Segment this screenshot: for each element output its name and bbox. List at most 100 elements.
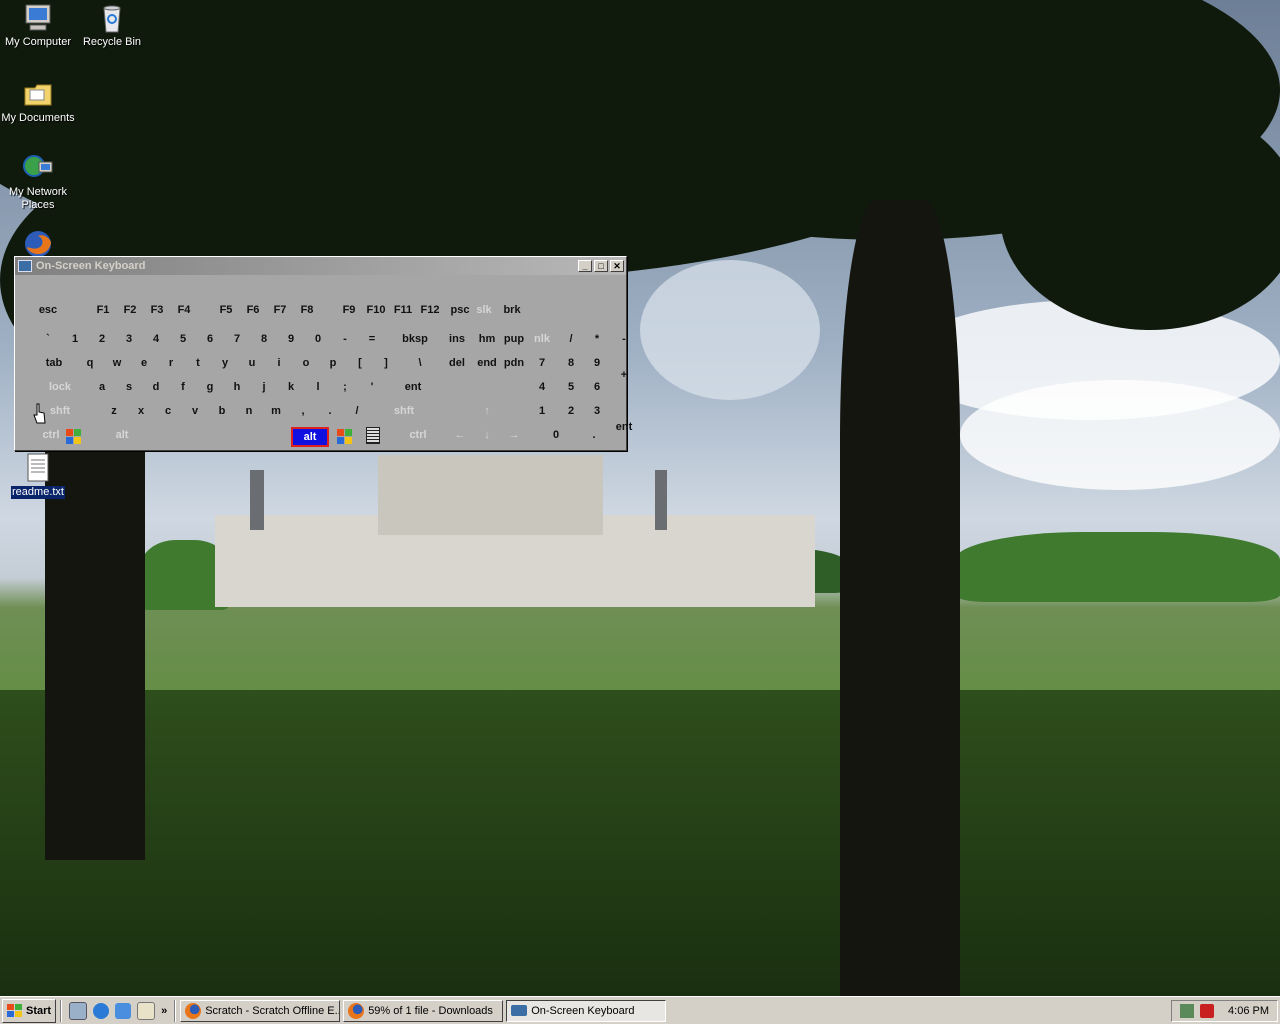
key-num-9[interactable]: 9 <box>278 333 304 345</box>
network-tray-icon[interactable] <box>1180 1003 1195 1018</box>
desktop-icon-m[interactable]: M <box>0 263 8 276</box>
key-ctrl-5[interactable]: ↓ <box>474 429 500 441</box>
recycle-bin-desktop-icon[interactable]: Recycle Bin <box>74 2 150 49</box>
key-shift-11[interactable]: shft <box>391 405 417 417</box>
key-num-5[interactable]: 5 <box>170 333 196 345</box>
key-ctrl-3[interactable]: ctrl <box>405 429 431 441</box>
key-num-6[interactable]: 6 <box>197 333 223 345</box>
key-fn-4[interactable]: F4 <box>171 304 197 316</box>
key-tab-11[interactable]: [ <box>347 357 373 369</box>
key-shift-10[interactable]: / <box>344 405 370 417</box>
my-network-places-desktop-icon[interactable]: My Network Places <box>0 152 76 212</box>
key-ctrl-7[interactable]: 0 <box>543 429 569 441</box>
internet-explorer-icon[interactable] <box>93 1002 110 1019</box>
key-ctrl-0[interactable]: ctrl <box>38 429 64 441</box>
key-caps-0[interactable]: lock <box>47 381 73 393</box>
key-tab-14[interactable]: del <box>444 357 470 369</box>
on-screen-keyboard-window[interactable]: On-Screen Keyboard _ □ ✕ esc F1 F2 F3 F4 F5 F6… <box>14 256 632 451</box>
key-tab-16[interactable]: pdn <box>501 357 527 369</box>
minimize-button[interactable]: _ <box>578 260 592 272</box>
key-fn-7[interactable]: F7 <box>267 304 293 316</box>
close-button[interactable]: ✕ <box>610 260 624 272</box>
taskbar-button-on-screen-keyboard[interactable]: On-Screen Keyboard <box>506 999 667 1022</box>
readme-desktop-icon[interactable]: readme.txt <box>0 452 76 499</box>
key-fn-10[interactable]: F10 <box>363 304 389 316</box>
key-tab-9[interactable]: o <box>293 357 319 369</box>
key-tab-19[interactable]: 9 <box>584 357 610 369</box>
key-num-17[interactable]: nlk <box>529 333 555 345</box>
key-tab-17[interactable]: 7 <box>529 357 555 369</box>
key-caps-12[interactable]: ent <box>400 381 426 393</box>
desktop-icon-k[interactable]: K <box>0 338 8 351</box>
key-shift-12[interactable]: ↑ <box>474 405 500 417</box>
windows-key-icon[interactable] <box>337 429 353 445</box>
key-tab-0[interactable]: tab <box>41 357 67 369</box>
key-shift-8[interactable]: , <box>290 405 316 417</box>
clock[interactable]: 4:06 PM <box>1228 1005 1269 1017</box>
key-shift-0[interactable]: shft <box>47 405 73 417</box>
key-num-1[interactable]: 1 <box>62 333 88 345</box>
key-tab-5[interactable]: t <box>185 357 211 369</box>
key-caps-6[interactable]: h <box>224 381 250 393</box>
key-num-2[interactable]: 2 <box>89 333 115 345</box>
key-tab-13[interactable]: \ <box>407 357 433 369</box>
key-num-18[interactable]: / <box>558 333 584 345</box>
key-caps-14[interactable]: 5 <box>558 381 584 393</box>
key-caps-1[interactable]: a <box>89 381 115 393</box>
key-ctrl-2[interactable]: alt <box>291 427 329 447</box>
key-caps-15[interactable]: 6 <box>584 381 610 393</box>
key-shift-7[interactable]: m <box>263 405 289 417</box>
key-fn-6[interactable]: F6 <box>240 304 266 316</box>
taskbar-button-downloads[interactable]: 59% of 1 file - Downloads <box>343 999 504 1022</box>
key-fn-2[interactable]: F2 <box>117 304 143 316</box>
key-num-8[interactable]: 8 <box>251 333 277 345</box>
key-ctrl-6[interactable]: → <box>501 429 527 441</box>
key-ctrl-1[interactable]: alt <box>109 429 135 441</box>
key-num-13[interactable]: bksp <box>402 333 428 345</box>
key-tab-1[interactable]: q <box>77 357 103 369</box>
key-caps-4[interactable]: f <box>170 381 196 393</box>
key-num-11[interactable]: - <box>332 333 358 345</box>
key-caps-13[interactable]: 4 <box>529 381 555 393</box>
key-num-4[interactable]: 4 <box>143 333 169 345</box>
key-shift-15[interactable]: 3 <box>584 405 610 417</box>
key-tab-6[interactable]: y <box>212 357 238 369</box>
key-fn-15[interactable]: brk <box>499 304 525 316</box>
acrobat-tray-icon[interactable] <box>1200 1003 1215 1018</box>
key-fn-1[interactable]: F1 <box>90 304 116 316</box>
key-caps-3[interactable]: d <box>143 381 169 393</box>
key-shift-13[interactable]: 1 <box>529 405 555 417</box>
key-caps-2[interactable]: s <box>116 381 142 393</box>
key-tab-7[interactable]: u <box>239 357 265 369</box>
key-fn-3[interactable]: F3 <box>144 304 170 316</box>
search-icon[interactable] <box>137 1001 156 1020</box>
key-caps-10[interactable]: ; <box>332 381 358 393</box>
key-num-12[interactable]: = <box>359 333 385 345</box>
key-caps-16[interactable]: + <box>611 369 637 381</box>
key-shift-1[interactable]: z <box>101 405 127 417</box>
key-ctrl-4[interactable]: ← <box>447 429 473 441</box>
start-button[interactable]: Start <box>2 998 57 1023</box>
taskbar-button-scratch[interactable]: Scratch - Scratch Offline E... <box>180 999 341 1022</box>
key-ctrl-8[interactable]: . <box>581 429 607 441</box>
key-shift-3[interactable]: c <box>155 405 181 417</box>
key-shift-5[interactable]: b <box>209 405 235 417</box>
key-shift-9[interactable]: . <box>317 405 343 417</box>
key-fn-11[interactable]: F11 <box>390 304 416 316</box>
windows-key-icon[interactable] <box>66 429 82 445</box>
key-fn-8[interactable]: F8 <box>294 304 320 316</box>
key-caps-11[interactable]: ' <box>359 381 385 393</box>
key-fn-12[interactable]: F12 <box>417 304 443 316</box>
key-fn-14[interactable]: slk <box>471 304 497 316</box>
key-caps-9[interactable]: l <box>305 381 331 393</box>
key-tab-12[interactable]: ] <box>373 357 399 369</box>
menu-key-icon[interactable] <box>366 427 380 444</box>
key-num-7[interactable]: 7 <box>224 333 250 345</box>
key-tab-3[interactable]: e <box>131 357 157 369</box>
key-num-15[interactable]: hm <box>474 333 500 345</box>
key-num-20[interactable]: - <box>611 333 637 345</box>
key-tab-18[interactable]: 8 <box>558 357 584 369</box>
outlook-express-icon[interactable] <box>115 1002 132 1019</box>
key-tab-2[interactable]: w <box>104 357 130 369</box>
key-tab-10[interactable]: p <box>320 357 346 369</box>
